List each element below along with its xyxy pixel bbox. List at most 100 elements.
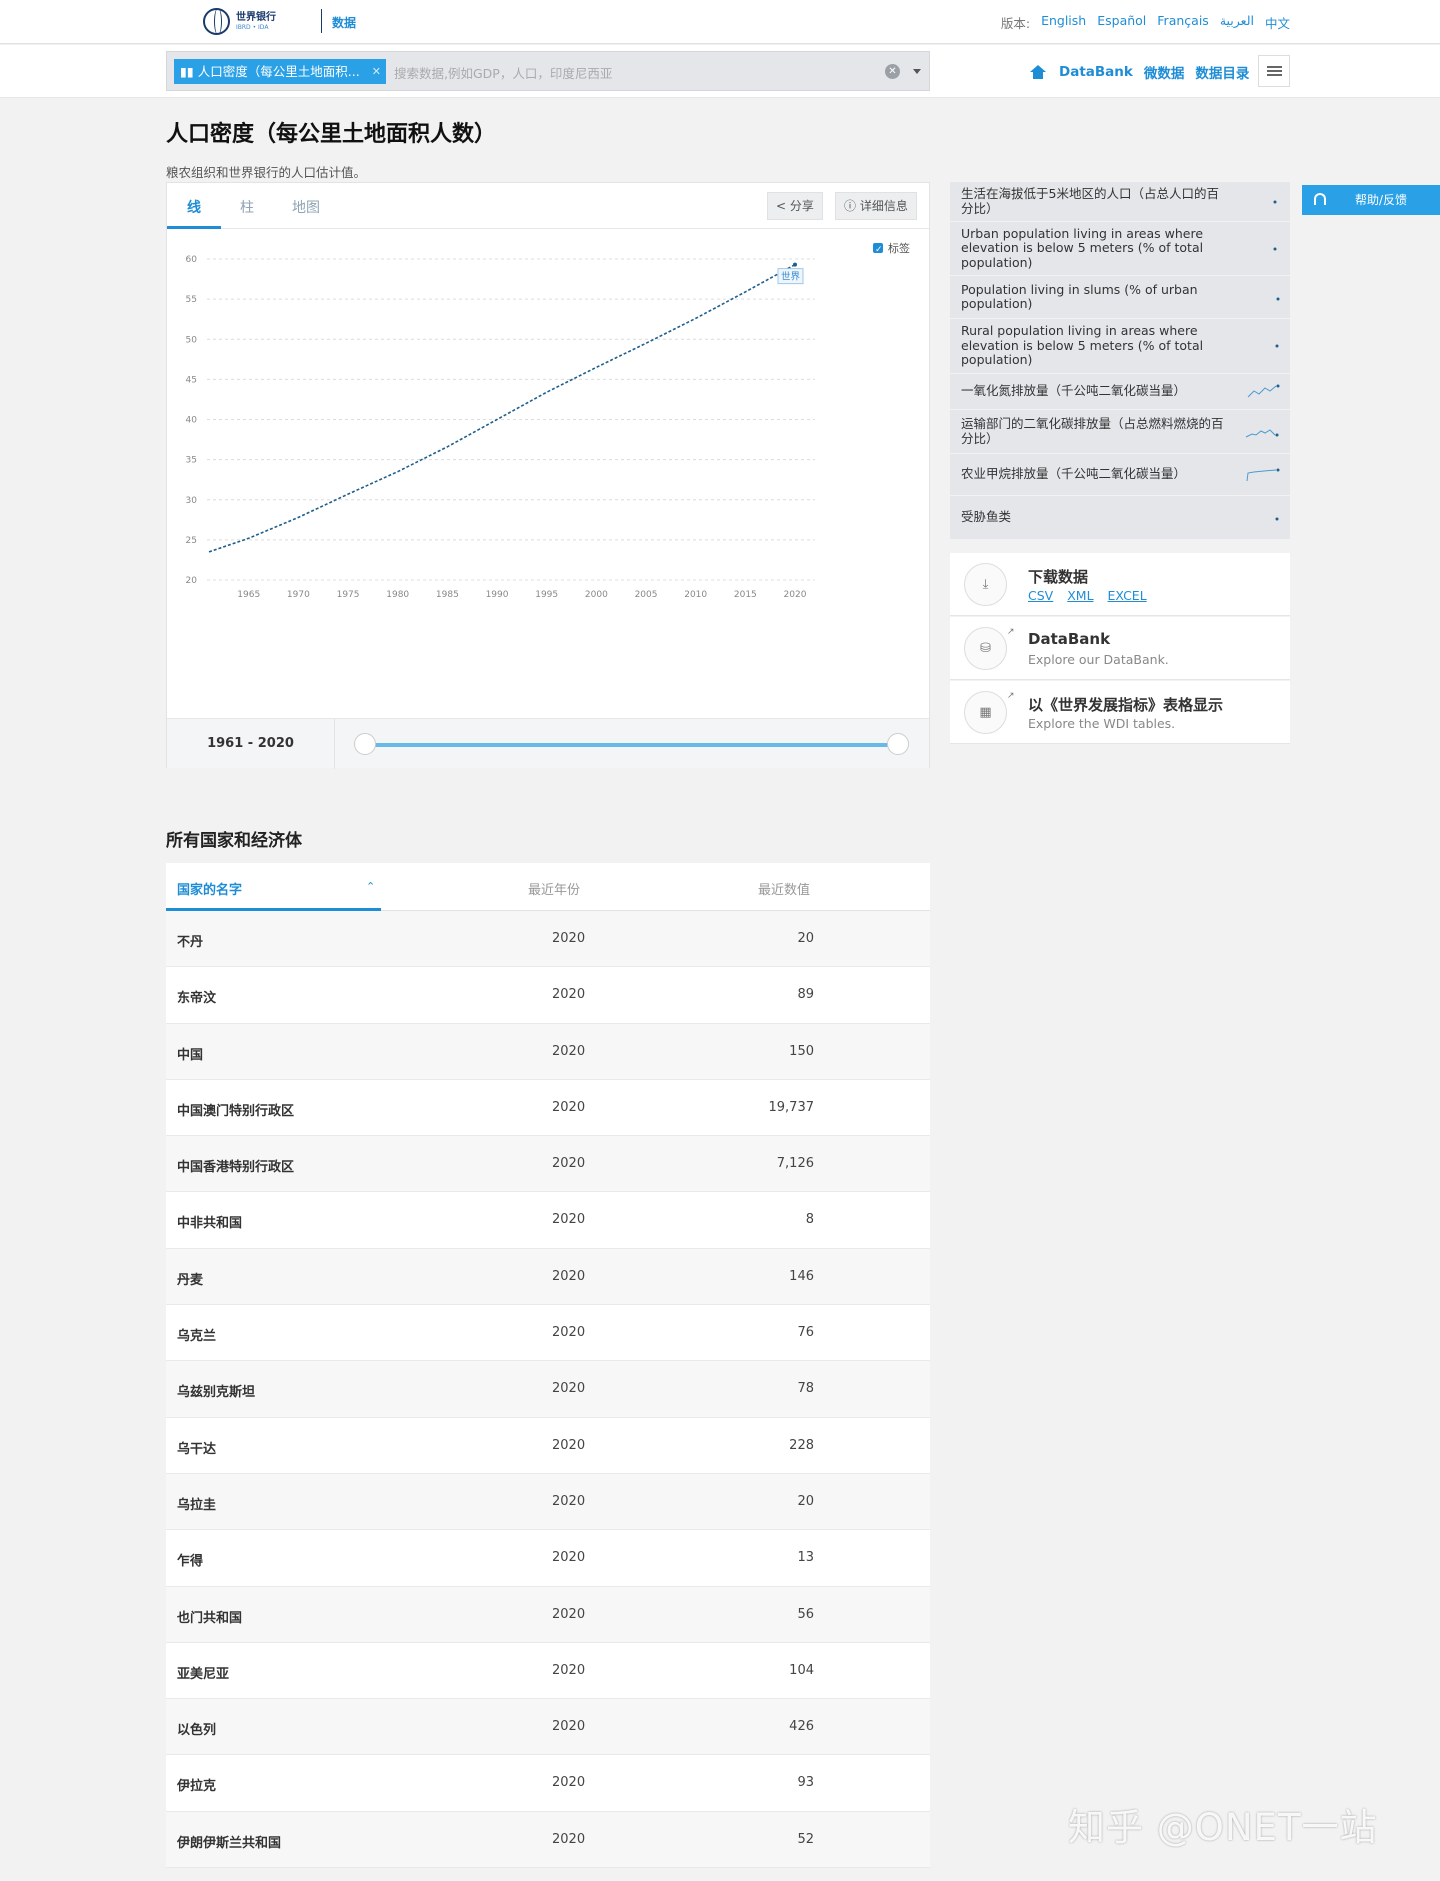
- related-item[interactable]: Rural population living in areas where e…: [950, 319, 1290, 374]
- lang-chinese[interactable]: 中文: [1265, 13, 1290, 32]
- country-name[interactable]: 丹麦: [177, 1269, 203, 1288]
- y-tick-label: 45: [186, 375, 197, 385]
- checkmark-icon: ✓: [875, 245, 883, 255]
- selected-indicator-tag[interactable]: ▮▮ 人口密度（每公里土地面积... ✕: [174, 59, 386, 84]
- table-grid-icon: ▦: [964, 691, 1007, 734]
- country-name[interactable]: 乌克兰: [177, 1325, 216, 1344]
- sort-ascending-icon[interactable]: ⌃: [366, 880, 375, 893]
- download-xml-link[interactable]: XML: [1067, 588, 1093, 603]
- share-button[interactable]: < 分享: [767, 192, 823, 220]
- table-row[interactable]: 不丹 2020 20: [166, 911, 930, 968]
- download-csv-link[interactable]: CSV: [1028, 588, 1053, 603]
- world-bank-logo[interactable]: 世界银行 IBRD • IDA: [203, 8, 276, 35]
- wdi-tables-card[interactable]: ▦ ↗ 以《世界发展指标》表格显示 Explore the WDI tables…: [950, 681, 1290, 744]
- table-row[interactable]: 伊朗伊斯兰共和国 2020 52: [166, 1811, 930, 1869]
- latest-year: 2020: [552, 1775, 586, 1791]
- column-header-country[interactable]: 国家的名字: [177, 879, 242, 898]
- related-item[interactable]: Urban population living in areas where e…: [950, 222, 1290, 276]
- country-name[interactable]: 乌拉圭: [177, 1494, 216, 1513]
- table-row[interactable]: 乍得 2020 13: [166, 1530, 930, 1587]
- databank-card[interactable]: ⛁ ↗ DataBank Explore our DataBank.: [950, 617, 1290, 680]
- country-name[interactable]: 中国: [177, 1044, 203, 1063]
- logo-divider: [321, 9, 322, 33]
- hamburger-menu-icon[interactable]: [1258, 55, 1290, 87]
- menu-line: [1267, 66, 1282, 68]
- table-row[interactable]: 也门共和国 2020 56: [166, 1586, 930, 1643]
- share-icon: <: [776, 199, 787, 213]
- table-row[interactable]: 乌拉圭 2020 20: [166, 1473, 930, 1531]
- table-row[interactable]: 亚美尼亚 2020 104: [166, 1643, 930, 1700]
- chart-tabs: 线 柱 地图 < 分享 ⓘ 详细信息: [167, 183, 929, 229]
- table-row[interactable]: 乌兹别克斯坦 2020 78: [166, 1361, 930, 1418]
- related-item[interactable]: 农业甲烷排放量（千公吨二氧化碳当量）: [950, 454, 1290, 496]
- tab-map[interactable]: 地图: [279, 197, 333, 217]
- clear-search-icon[interactable]: ✕: [885, 64, 900, 79]
- nav-microdata[interactable]: 微数据: [1144, 62, 1185, 82]
- download-excel-link[interactable]: EXCEL: [1108, 588, 1147, 603]
- table-row[interactable]: 中国澳门特别行政区 2020 19,737: [166, 1080, 930, 1137]
- country-name[interactable]: 中国香港特别行政区: [177, 1156, 294, 1175]
- search-input[interactable]: ▮▮ 人口密度（每公里土地面积... ✕ 搜索数据,例如GDP，人口，印度尼西亚…: [166, 51, 930, 91]
- details-button[interactable]: ⓘ 详细信息: [835, 192, 917, 220]
- country-name[interactable]: 不丹: [177, 931, 203, 950]
- related-item[interactable]: 运输部门的二氧化碳排放量（占总燃料燃烧的百分比）: [950, 410, 1290, 454]
- table-row[interactable]: 中国香港特别行政区 2020 7,126: [166, 1136, 930, 1193]
- external-link-icon: ↗: [1007, 627, 1015, 637]
- headset-icon: [1314, 193, 1326, 205]
- help-feedback-button[interactable]: 帮助/反馈: [1302, 185, 1440, 215]
- dropdown-caret-icon[interactable]: [913, 69, 921, 74]
- latest-value: 52: [797, 1831, 814, 1847]
- country-name[interactable]: 中国澳门特别行政区: [177, 1100, 294, 1119]
- tab-bar[interactable]: 柱: [220, 197, 274, 217]
- table-row[interactable]: 中非共和国 2020 8: [166, 1192, 930, 1249]
- home-icon[interactable]: [1030, 65, 1046, 79]
- tag-remove-icon[interactable]: ✕: [372, 59, 381, 84]
- latest-value: 93: [797, 1775, 814, 1791]
- related-item-label: Urban population living in areas where e…: [961, 225, 1204, 270]
- latest-year: 2020: [552, 1493, 586, 1509]
- related-item[interactable]: 生活在海拔低于5米地区的人口（占总人口的百分比）: [950, 182, 1290, 222]
- lang-english[interactable]: English: [1041, 13, 1086, 32]
- nav-data-catalog[interactable]: 数据目录: [1195, 62, 1249, 82]
- range-start-handle[interactable]: [354, 733, 376, 755]
- table-row[interactable]: 乌克兰 2020 76: [166, 1305, 930, 1362]
- y-tick-label: 35: [186, 456, 197, 466]
- column-header-year[interactable]: 最近年份: [528, 879, 580, 898]
- x-tick-label: 1985: [436, 590, 459, 600]
- table-row[interactable]: 乌干达 2020 228: [166, 1418, 930, 1474]
- table-row[interactable]: 中国 2020 150: [166, 1023, 930, 1080]
- country-name[interactable]: 乌兹别克斯坦: [177, 1381, 255, 1400]
- country-name[interactable]: 亚美尼亚: [177, 1663, 229, 1682]
- country-name[interactable]: 乍得: [177, 1550, 203, 1569]
- table-row[interactable]: 丹麦 2020 146: [166, 1248, 930, 1306]
- country-name[interactable]: 伊拉克: [177, 1775, 216, 1794]
- lang-arabic[interactable]: العربية: [1220, 13, 1254, 32]
- chart-panel: 线 柱 地图 < 分享 ⓘ 详细信息 20 25 30 35 40 45 50 55 60 196…: [166, 182, 930, 769]
- related-item[interactable]: Population living in slums (% of urban p…: [950, 276, 1290, 319]
- y-tick-label: 50: [186, 335, 198, 345]
- download-title: 下载数据: [1028, 568, 1089, 586]
- table-row[interactable]: 伊拉克 2020 93: [166, 1755, 930, 1812]
- column-header-value[interactable]: 最近数值: [758, 879, 810, 898]
- country-name[interactable]: 也门共和国: [177, 1607, 242, 1626]
- top-nav: DataBank 微数据 数据目录: [1030, 62, 1249, 82]
- nav-databank[interactable]: DataBank: [1059, 64, 1133, 80]
- related-item-label: 受胁鱼类: [961, 509, 1012, 525]
- share-label: 分享: [789, 199, 814, 213]
- country-name[interactable]: 乌干达: [177, 1438, 216, 1457]
- data-home-link[interactable]: 数据: [332, 14, 356, 31]
- country-name[interactable]: 中非共和国: [177, 1212, 242, 1231]
- country-name[interactable]: 以色列: [177, 1719, 216, 1738]
- year-range-track[interactable]: [367, 743, 897, 747]
- lang-francais[interactable]: Français: [1157, 13, 1209, 32]
- country-name[interactable]: 伊朗伊斯兰共和国: [177, 1832, 281, 1851]
- related-indicators: 生活在海拔低于5米地区的人口（占总人口的百分比） Urban populatio…: [950, 182, 1290, 540]
- tab-line[interactable]: 线: [167, 197, 221, 217]
- table-row[interactable]: 以色列 2020 426: [166, 1699, 930, 1756]
- related-item[interactable]: 受胁鱼类: [950, 496, 1290, 540]
- lang-espanol[interactable]: Español: [1097, 13, 1146, 32]
- related-item[interactable]: 一氧化氮排放量（千公吨二氧化碳当量）: [950, 374, 1290, 410]
- table-row[interactable]: 东帝汶 2020 89: [166, 967, 930, 1024]
- country-name[interactable]: 东帝汶: [177, 987, 216, 1006]
- range-end-handle[interactable]: [887, 733, 909, 755]
